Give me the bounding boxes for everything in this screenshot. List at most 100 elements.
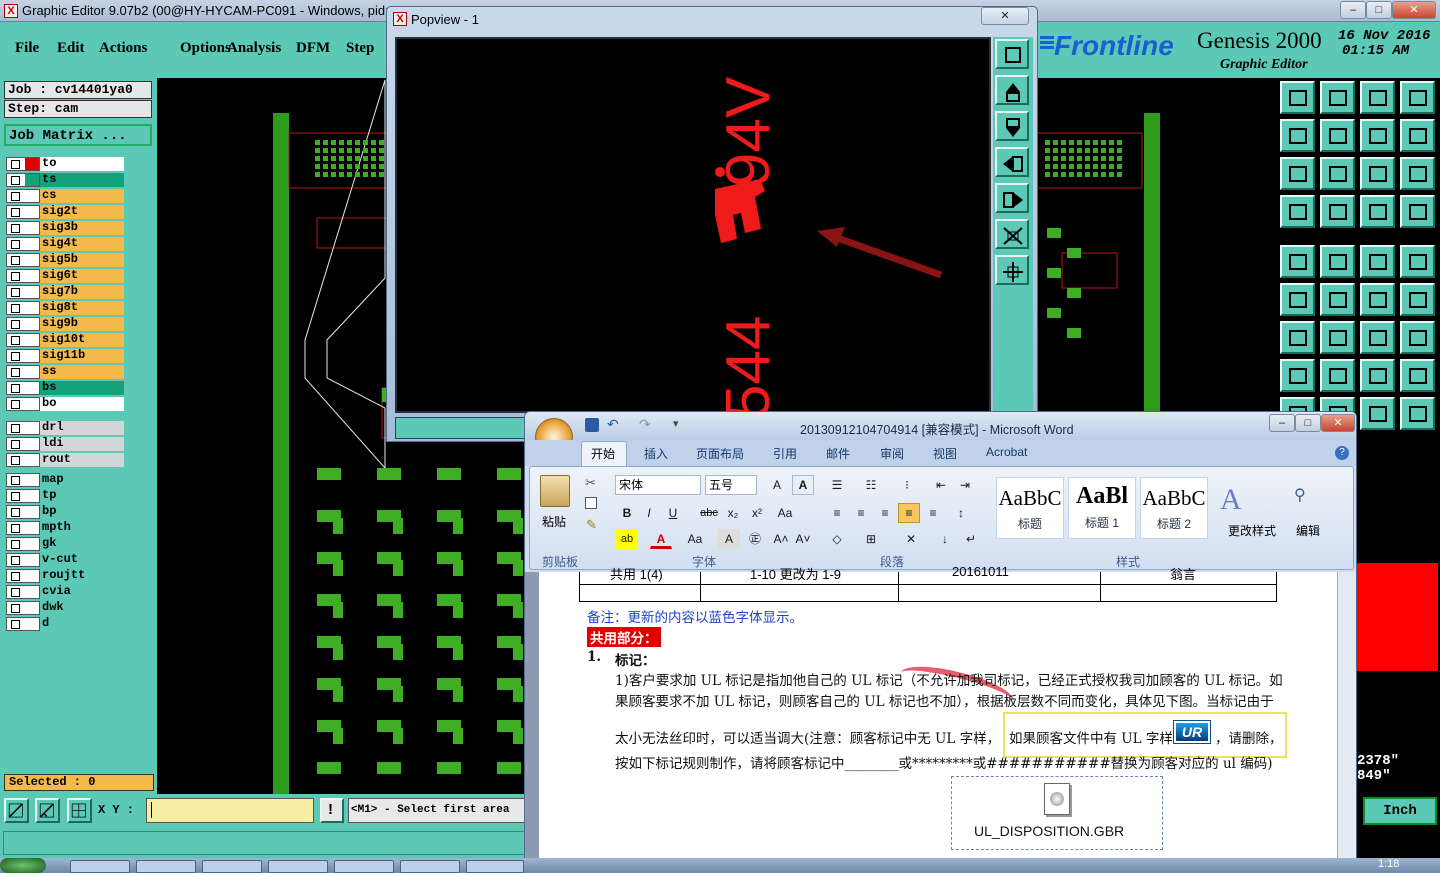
popview-canvas[interactable]: 94V 544: [395, 37, 991, 413]
editing-label[interactable]: 编辑: [1296, 522, 1320, 539]
layer-checkbox[interactable]: [6, 221, 40, 235]
join-tool[interactable]: [1360, 119, 1395, 152]
layer-row-ts[interactable]: ts: [6, 172, 124, 187]
style-heading-1[interactable]: AaBl 标题 1: [1068, 477, 1136, 539]
cut-icon[interactable]: ✂: [585, 475, 596, 491]
layer-row-tp[interactable]: tp: [6, 488, 124, 503]
tab-review[interactable]: 审阅: [880, 445, 904, 462]
step-up-tool[interactable]: [1280, 81, 1315, 114]
layer-name[interactable]: ss: [40, 365, 124, 379]
line-2-tool[interactable]: [1320, 321, 1355, 354]
pv-pan-up-button[interactable]: [995, 75, 1029, 105]
font-size-select[interactable]: 五号: [705, 475, 757, 495]
ruler-tool[interactable]: [1360, 245, 1395, 278]
decrease-indent-icon[interactable]: ⇤: [930, 475, 952, 495]
distribute-icon[interactable]: ≡: [922, 503, 944, 523]
layer-checkbox[interactable]: [6, 173, 40, 187]
layer-checkbox[interactable]: [6, 349, 40, 363]
numbering-icon[interactable]: ☷: [860, 475, 882, 495]
pv-pan-right-button[interactable]: [995, 183, 1029, 213]
align-left-icon[interactable]: ≡: [826, 503, 848, 523]
layer-checkbox[interactable]: [6, 617, 40, 631]
pv-zoom-home-button[interactable]: [995, 39, 1029, 69]
triangle-2-tool[interactable]: [1400, 397, 1435, 430]
vertical-scrollbar[interactable]: [1337, 572, 1356, 872]
dimension-tool[interactable]: [1360, 359, 1395, 392]
color-tool[interactable]: [1320, 245, 1355, 278]
layer-name[interactable]: sig10t: [40, 333, 124, 347]
layer-row-bp[interactable]: bp: [6, 504, 124, 519]
drag-tool[interactable]: [1360, 283, 1395, 316]
taskbar-item[interactable]: [202, 860, 262, 873]
layer-row-sig10t[interactable]: sig10t: [6, 332, 124, 347]
layer-name[interactable]: to: [40, 157, 124, 171]
snap-button[interactable]: [4, 798, 29, 823]
arc-tool[interactable]: [1360, 321, 1395, 354]
shading-icon[interactable]: ◇: [826, 529, 848, 549]
layer-row-cvia[interactable]: cvia: [6, 584, 124, 599]
pv-zoom-in-button[interactable]: [995, 255, 1029, 285]
layer-checkbox[interactable]: [6, 253, 40, 267]
paste-label[interactable]: 粘贴: [542, 513, 566, 530]
tab-references[interactable]: 引用: [773, 445, 797, 462]
layer-checkbox[interactable]: [6, 585, 40, 599]
tab-mailings[interactable]: 邮件: [826, 445, 850, 462]
fit-tool[interactable]: [1280, 157, 1315, 190]
grid-button[interactable]: [67, 798, 92, 823]
layer-row-dwk[interactable]: dwk: [6, 600, 124, 615]
menu-actions[interactable]: Actions: [99, 40, 147, 57]
italic-button[interactable]: I: [638, 503, 660, 523]
menu-step[interactable]: Step: [346, 40, 374, 57]
menu-edit[interactable]: Edit: [57, 40, 85, 57]
layer-name[interactable]: cs: [40, 189, 124, 203]
layer-checkbox[interactable]: [6, 453, 40, 467]
grow-font-2-icon[interactable]: A˄: [770, 529, 792, 549]
shrink-font-icon[interactable]: A˅: [792, 529, 814, 549]
layer-row-sig9b[interactable]: sig9b: [6, 316, 124, 331]
zoom-tool[interactable]: [1320, 157, 1355, 190]
menu-dfm[interactable]: DFM: [296, 40, 330, 57]
start-button[interactable]: [0, 858, 46, 873]
layer-checkbox[interactable]: [6, 301, 40, 315]
bullets-icon[interactable]: ☰: [826, 475, 848, 495]
layer-checkbox[interactable]: [6, 397, 40, 411]
layer-row-d[interactable]: d: [6, 616, 124, 631]
taskbar-item[interactable]: [466, 860, 524, 873]
change-case-icon[interactable]: Aa: [774, 503, 796, 523]
layer-row-sig3b[interactable]: sig3b: [6, 220, 124, 235]
layer-checkbox[interactable]: [6, 285, 40, 299]
cross-tool[interactable]: [1320, 283, 1355, 316]
tab-insert[interactable]: 插入: [644, 445, 668, 462]
layer-row-gk[interactable]: gk: [6, 536, 124, 551]
color-swatch[interactable]: [1357, 563, 1438, 671]
layer-row-sig11b[interactable]: sig11b: [6, 348, 124, 363]
find-binoculars-icon[interactable]: ⚲: [1294, 485, 1306, 505]
pv-zoom-fit-button[interactable]: [995, 219, 1029, 249]
layer-checkbox[interactable]: [6, 237, 40, 251]
layer-row-sig8t[interactable]: sig8t: [6, 300, 124, 315]
sort-icon[interactable]: ↓: [934, 529, 956, 549]
justify-icon[interactable]: ≡: [898, 503, 920, 523]
word-close-button[interactable]: ✕: [1321, 414, 1355, 432]
attachment-object[interactable]: UL_DISPOSITION.GBR: [951, 776, 1163, 850]
layer-row-cs[interactable]: cs: [6, 188, 124, 203]
window-tool[interactable]: [1400, 81, 1435, 114]
layer-row-roujtt[interactable]: roujtt: [6, 568, 124, 583]
pad-tool[interactable]: [1320, 195, 1355, 228]
scale-tool[interactable]: [1360, 157, 1395, 190]
taskbar-item[interactable]: [334, 860, 394, 873]
minimize-button[interactable]: –: [1340, 1, 1366, 19]
layer-name[interactable]: d: [40, 617, 124, 631]
feature-tool[interactable]: [1280, 195, 1315, 228]
measure-button[interactable]: [35, 798, 60, 823]
layer-row-ldi[interactable]: ldi: [6, 436, 124, 451]
highlight-icon[interactable]: ab: [616, 529, 638, 549]
layer-red-tool[interactable]: [1360, 195, 1395, 228]
layer-name[interactable]: ts: [40, 173, 124, 187]
maximize-button[interactable]: □: [1366, 1, 1392, 19]
units-button[interactable]: Inch: [1363, 797, 1437, 825]
font-color-icon[interactable]: A: [650, 529, 672, 549]
line-spacing-icon[interactable]: ↕: [950, 503, 972, 523]
layer-red-2-tool[interactable]: [1400, 195, 1435, 228]
layer-name[interactable]: rout: [40, 453, 124, 467]
